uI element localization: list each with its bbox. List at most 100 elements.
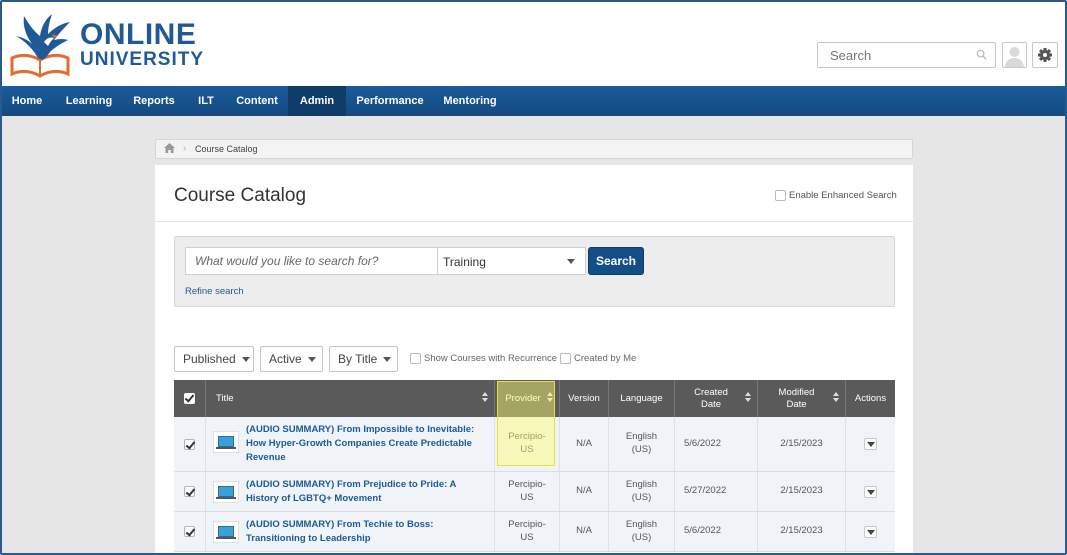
show-recurrence-checkbox[interactable] [410,353,421,364]
version-cell: N/A [560,512,609,551]
title-cell: (AUDIO SUMMARY) From Techie to Boss: Tra… [206,512,495,551]
global-search-input[interactable] [818,43,968,67]
page-title: Course Catalog [174,185,307,206]
nav-content[interactable]: Content [228,86,286,116]
nav-learning[interactable]: Learning [56,86,122,116]
sort-filter[interactable]: By Title [329,346,398,372]
course-thumbnail [213,521,239,543]
row-select-cell[interactable] [174,417,206,471]
chevron-down-icon [567,259,575,264]
eagle-book-icon [10,14,70,78]
breadcrumb-current: Course Catalog [195,144,258,154]
divider [155,221,913,222]
provider-cell: Percipio-US [495,472,560,511]
breadcrumb: › Course Catalog [155,139,913,159]
actions-cell [846,472,895,511]
nav-home[interactable]: Home [2,86,52,116]
nav-reports[interactable]: Reports [124,86,184,116]
provider-cell: Percipio-US [495,512,560,551]
published-filter[interactable]: Published [174,346,254,372]
nav-performance[interactable]: Performance [350,86,430,116]
col-title[interactable]: Title [206,380,495,417]
modified-cell: 2/15/2023 [758,472,846,511]
course-thumbnail [213,481,239,503]
search-type-value: Training [443,255,486,269]
row-select-cell[interactable] [174,472,206,511]
col-language: Language [609,380,675,417]
created-by-me-toggle[interactable]: Created by Me [560,353,636,364]
user-icon [1005,47,1024,67]
header: ONLINE UNIVERSITY [2,2,1065,86]
course-thumbnail [213,431,239,453]
logo-line2: UNIVERSITY [80,49,205,70]
created-cell: 5/27/2022 [675,472,758,511]
table-row[interactable]: (AUDIO SUMMARY) From Prejudice to Pride:… [174,472,895,512]
modified-cell: 2/15/2023 [758,417,846,471]
show-recurrence-label: Show Courses with Recurrence [424,353,558,364]
course-title-link[interactable]: (AUDIO SUMMARY) From Techie to Boss: Tra… [246,518,486,546]
online-university-logo[interactable]: ONLINE UNIVERSITY [8,8,203,78]
user-avatar[interactable] [1002,42,1027,68]
created-by-me-checkbox[interactable] [560,353,571,364]
col-actions-label: Actions [854,392,887,404]
catalog-search-input[interactable] [186,248,437,274]
monitor-icon [216,526,236,539]
col-created-date[interactable]: Created Date [675,380,758,417]
catalog-search-field[interactable] [185,247,438,275]
refine-search-link[interactable]: Refine search [185,286,244,297]
search-icon[interactable] [976,49,987,60]
version-cell: N/A [560,417,609,471]
window: ONLINE UNIVERSITY Search Home Learning R… [0,0,1067,555]
version-cell: N/A [560,472,609,511]
provider-highlight [497,381,555,466]
sort-icon [482,392,488,404]
row-checkbox[interactable] [184,526,195,537]
nav-admin[interactable]: Admin [288,86,346,116]
active-filter-label: Active [269,352,302,366]
search-type-select[interactable]: Training [437,247,586,275]
course-title-link[interactable]: (AUDIO SUMMARY) From Prejudice to Pride:… [246,478,486,506]
course-title-link[interactable]: (AUDIO SUMMARY) From Impossible to Inevi… [246,423,486,464]
chevron-down-icon [241,357,250,363]
col-modified-label-1: Modified [778,386,815,398]
col-title-label: Title [216,392,234,404]
course-catalog-panel: Course Catalog Enable Enhanced Search Tr… [155,165,913,553]
sort-filter-label: By Title [338,352,378,366]
home-icon[interactable] [164,143,175,153]
global-search[interactable] [817,42,996,68]
row-checkbox[interactable] [184,438,195,450]
language-cell: English (US) [609,472,675,511]
nav-ilt[interactable]: ILT [188,86,224,116]
monitor-icon [216,436,236,449]
col-created-label-1: Created [694,386,728,398]
col-created-label-2: Date [700,398,722,410]
col-language-label: Language [620,392,663,404]
sort-icon [745,392,751,404]
title-cell: (AUDIO SUMMARY) From Prejudice to Pride:… [206,472,495,511]
logo-line1: ONLINE [80,18,197,51]
settings-button[interactable] [1032,42,1058,68]
row-checkbox[interactable] [184,486,195,497]
catalog-search-area: Training Search Refine search [174,236,895,307]
nav-mentoring[interactable]: Mentoring [435,86,505,116]
enhanced-search-toggle[interactable]: Enable Enhanced Search [775,190,897,201]
actions-dropdown-button[interactable] [864,525,877,538]
table-row[interactable]: (AUDIO SUMMARY) From Techie to Boss: Tra… [174,512,895,552]
enhanced-search-checkbox[interactable] [775,190,786,201]
col-actions: Actions [846,380,895,417]
chevron-down-icon [307,357,316,363]
search-button[interactable]: Search [588,247,644,275]
main-nav: Home Learning Reports ILT Content Admin … [2,86,1065,116]
actions-cell [846,417,895,471]
row-select-cell[interactable] [174,512,206,551]
select-all-checkbox[interactable] [184,393,195,404]
language-cell: English (US) [609,512,675,551]
active-filter[interactable]: Active [260,346,323,372]
created-cell: 5/6/2022 [675,512,758,551]
chevron-down-icon [383,357,392,363]
col-modified-date[interactable]: Modified Date [758,380,846,417]
show-recurrence-toggle[interactable]: Show Courses with Recurrence [410,353,557,364]
select-all-cell[interactable] [174,380,206,417]
actions-dropdown-button[interactable] [864,438,877,450]
actions-dropdown-button[interactable] [864,485,877,498]
